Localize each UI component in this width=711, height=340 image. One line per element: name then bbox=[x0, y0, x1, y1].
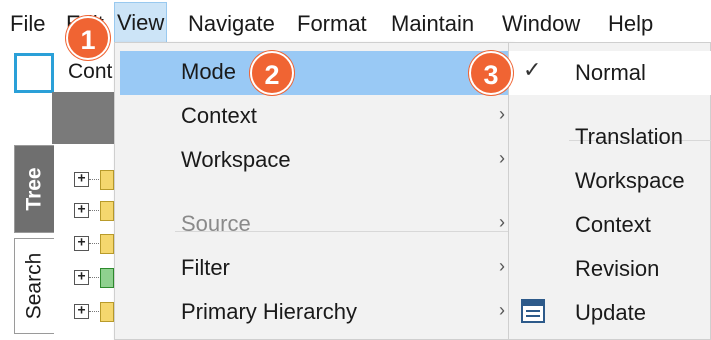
submenu-arrow-icon: › bbox=[499, 300, 505, 320]
menu-navigate[interactable]: Navigate bbox=[186, 10, 277, 38]
tab-tree-label: Tree bbox=[22, 167, 46, 211]
menu-item-label: Update bbox=[575, 300, 646, 325]
submenu-arrow-icon: › bbox=[499, 104, 505, 124]
toolbar-label: Cont bbox=[68, 60, 113, 83]
mode-item-workspace[interactable]: Workspace bbox=[509, 159, 711, 203]
menu-item-label: Primary Hierarchy bbox=[181, 299, 358, 324]
expand-icon[interactable]: + bbox=[74, 203, 89, 218]
tree-node[interactable]: + bbox=[74, 170, 118, 190]
menu-file[interactable]: File bbox=[8, 10, 47, 38]
view-menu-item-context[interactable]: Context › bbox=[115, 95, 511, 139]
callout-step-1: 1 bbox=[66, 16, 110, 60]
mode-item-revision[interactable]: Revision bbox=[509, 247, 711, 291]
menu-item-label: Revision bbox=[575, 256, 660, 281]
menu-window[interactable]: Window bbox=[500, 10, 582, 38]
tree-node[interactable]: + bbox=[74, 201, 118, 221]
menu-item-label: Context bbox=[575, 212, 651, 237]
callout-step-3: 3 bbox=[469, 51, 513, 95]
menu-help[interactable]: Help bbox=[606, 10, 655, 38]
menu-item-label: Workspace bbox=[181, 147, 291, 172]
checkmark-icon: ✓ bbox=[523, 57, 542, 82]
menu-item-label: Workspace bbox=[575, 168, 685, 193]
panel-header bbox=[52, 92, 118, 144]
tree-node[interactable]: + bbox=[74, 234, 118, 254]
tree-node[interactable]: + bbox=[74, 302, 118, 322]
expand-icon[interactable]: + bbox=[74, 236, 89, 251]
expand-icon[interactable]: + bbox=[74, 172, 89, 187]
folder-icon bbox=[100, 234, 114, 254]
view-menu-item-primary-hierarchy[interactable]: Primary Hierarchy › bbox=[115, 291, 511, 335]
callout-step-2: 2 bbox=[250, 51, 294, 95]
submenu-arrow-icon: › bbox=[499, 212, 505, 232]
menu-item-label: Source bbox=[181, 211, 251, 236]
menu-maintain[interactable]: Maintain bbox=[389, 10, 476, 38]
menu-view[interactable]: View bbox=[114, 2, 168, 46]
tab-search-label: Search bbox=[22, 252, 46, 320]
menu-item-label: Normal bbox=[575, 60, 646, 85]
menu-item-label: Translation bbox=[575, 124, 684, 149]
update-view-icon bbox=[521, 299, 545, 323]
menu-item-label: Filter bbox=[181, 255, 230, 280]
tab-tree[interactable]: Tree bbox=[14, 145, 54, 233]
view-menu-item-source: Source › bbox=[115, 203, 511, 247]
menu-format[interactable]: Format bbox=[295, 10, 369, 38]
view-menu-item-workspace[interactable]: Workspace › bbox=[115, 139, 511, 183]
tab-search[interactable]: Search bbox=[14, 238, 54, 334]
folder-icon bbox=[100, 201, 114, 221]
view-menu-item-filter[interactable]: Filter › bbox=[115, 247, 511, 291]
mode-item-context[interactable]: Context bbox=[509, 203, 711, 247]
mode-submenu: ✓ Normal Translation Workspace Context R… bbox=[508, 42, 711, 340]
submenu-arrow-icon: › bbox=[499, 256, 505, 276]
mode-item-translation[interactable]: Translation bbox=[509, 115, 711, 159]
toolbar-square-icon[interactable] bbox=[14, 53, 54, 93]
view-menu-dropdown: Mode Context › Workspace › Source › Filt… bbox=[114, 42, 560, 340]
mode-item-update[interactable]: Update bbox=[509, 291, 711, 335]
submenu-arrow-icon: › bbox=[499, 148, 505, 168]
menu-item-label: Context bbox=[181, 103, 257, 128]
tree-node[interactable]: + bbox=[74, 268, 118, 288]
green-folder-icon bbox=[100, 268, 114, 288]
menu-item-label: Mode bbox=[181, 59, 237, 84]
expand-icon[interactable]: + bbox=[74, 270, 89, 285]
mode-item-normal[interactable]: ✓ Normal bbox=[509, 51, 711, 95]
expand-icon[interactable]: + bbox=[74, 304, 89, 319]
folder-icon bbox=[100, 302, 114, 322]
folder-icon bbox=[100, 170, 114, 190]
